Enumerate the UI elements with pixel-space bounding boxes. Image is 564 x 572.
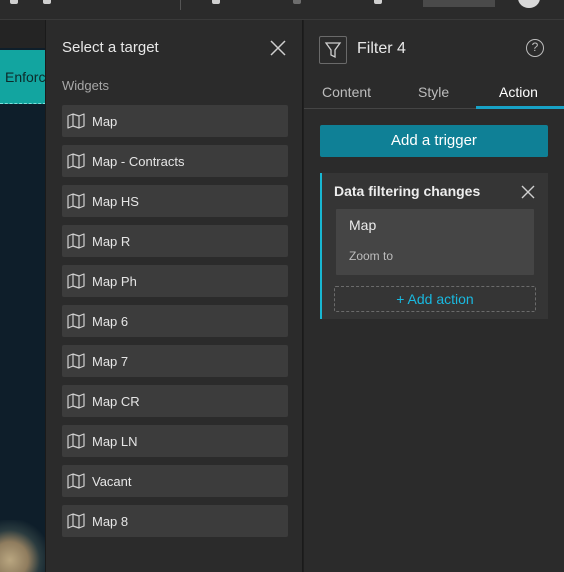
widget-list-item[interactable]: Map - Contracts — [62, 145, 288, 177]
toolbar-icon[interactable] — [212, 0, 220, 4]
widget-list-item-label: Map R — [92, 233, 131, 249]
toolbar-icon[interactable] — [293, 0, 301, 4]
map-icon — [67, 233, 85, 249]
widget-title: Filter 4 — [357, 40, 406, 57]
close-icon[interactable] — [268, 38, 288, 58]
trigger-card: Data filtering changes Map Zoom to + Add… — [320, 173, 548, 319]
map-header — [0, 20, 46, 48]
widget-list-item-label: Map - Contracts — [92, 153, 185, 169]
tab-content[interactable]: Content — [322, 84, 371, 100]
map-icon — [67, 153, 85, 169]
map-icon — [67, 433, 85, 449]
avatar[interactable] — [518, 0, 540, 8]
toolbar-icon[interactable] — [374, 0, 382, 4]
add-trigger-button[interactable]: Add a trigger — [320, 125, 548, 157]
toolbar-icon[interactable] — [43, 0, 51, 4]
toolbar-divider — [180, 0, 181, 10]
select-target-panel: Select a target Widgets Map Map - Contrac… — [45, 20, 303, 572]
widgets-section-label: Widgets — [62, 78, 109, 93]
settings-panel: Filter 4 ? Content Style Action Add a tr… — [304, 20, 564, 572]
settings-header: Filter 4 ? — [304, 20, 564, 78]
filter-icon — [319, 36, 347, 64]
action-item[interactable]: Map Zoom to — [336, 209, 534, 275]
action-target-label: Map — [349, 217, 377, 233]
widget-list-item[interactable]: Map Ph — [62, 265, 288, 297]
widget-list-item-label: Map Ph — [92, 273, 137, 289]
settings-tabs: Content Style Action — [304, 78, 564, 109]
map-icon — [67, 353, 85, 369]
map-icon — [67, 513, 85, 529]
active-tab-indicator — [476, 106, 564, 109]
map-icon — [67, 193, 85, 209]
toolbar-button[interactable] — [423, 0, 495, 7]
widget-list-item[interactable]: Map 8 — [62, 505, 288, 537]
map-icon — [67, 113, 85, 129]
widget-list-item[interactable]: Map — [62, 105, 288, 137]
widget-list-item-label: Map CR — [92, 393, 140, 409]
widget-list-item-label: Vacant — [92, 473, 132, 489]
widget-list-item[interactable]: Map 6 — [62, 305, 288, 337]
widget-list-item[interactable]: Map LN — [62, 425, 288, 457]
map-icon — [67, 393, 85, 409]
map-icon — [67, 273, 85, 289]
map-icon — [67, 313, 85, 329]
widget-list-item[interactable]: Map CR — [62, 385, 288, 417]
widget-list-item-label: Map LN — [92, 433, 138, 449]
map-icon — [67, 473, 85, 489]
widget-list-item-label: Map HS — [92, 193, 139, 209]
close-icon[interactable] — [520, 184, 536, 200]
widget-list-item-label: Map 6 — [92, 313, 129, 329]
widget-list-item[interactable]: Map R — [62, 225, 288, 257]
panel-title: Select a target — [62, 39, 159, 56]
widget-list-item-label: Map 7 — [92, 353, 129, 369]
widget-list-item[interactable]: Map 7 — [62, 345, 288, 377]
widget-list-item-label: Map — [92, 113, 118, 129]
toolbar-icon[interactable] — [10, 0, 18, 4]
help-icon[interactable]: ? — [526, 39, 544, 57]
tab-action[interactable]: Action — [499, 84, 538, 100]
widget-list: Map Map - Contracts Map HS Map R Map Ph Map 6… — [62, 105, 288, 545]
widget-list-item-label: Map 8 — [92, 513, 129, 529]
widget-list-item[interactable]: Map HS — [62, 185, 288, 217]
map-coastline — [0, 520, 46, 572]
action-name-label: Zoom to — [349, 249, 394, 263]
enforce-widget-label: Enforc — [5, 69, 46, 85]
add-action-button[interactable]: + Add action — [334, 286, 536, 312]
top-toolbar — [0, 0, 564, 20]
trigger-title: Data filtering changes — [334, 183, 481, 199]
tab-style[interactable]: Style — [418, 84, 449, 100]
enforce-widget-bar[interactable]: Enforc — [0, 50, 46, 104]
widget-list-item[interactable]: Vacant — [62, 465, 288, 497]
